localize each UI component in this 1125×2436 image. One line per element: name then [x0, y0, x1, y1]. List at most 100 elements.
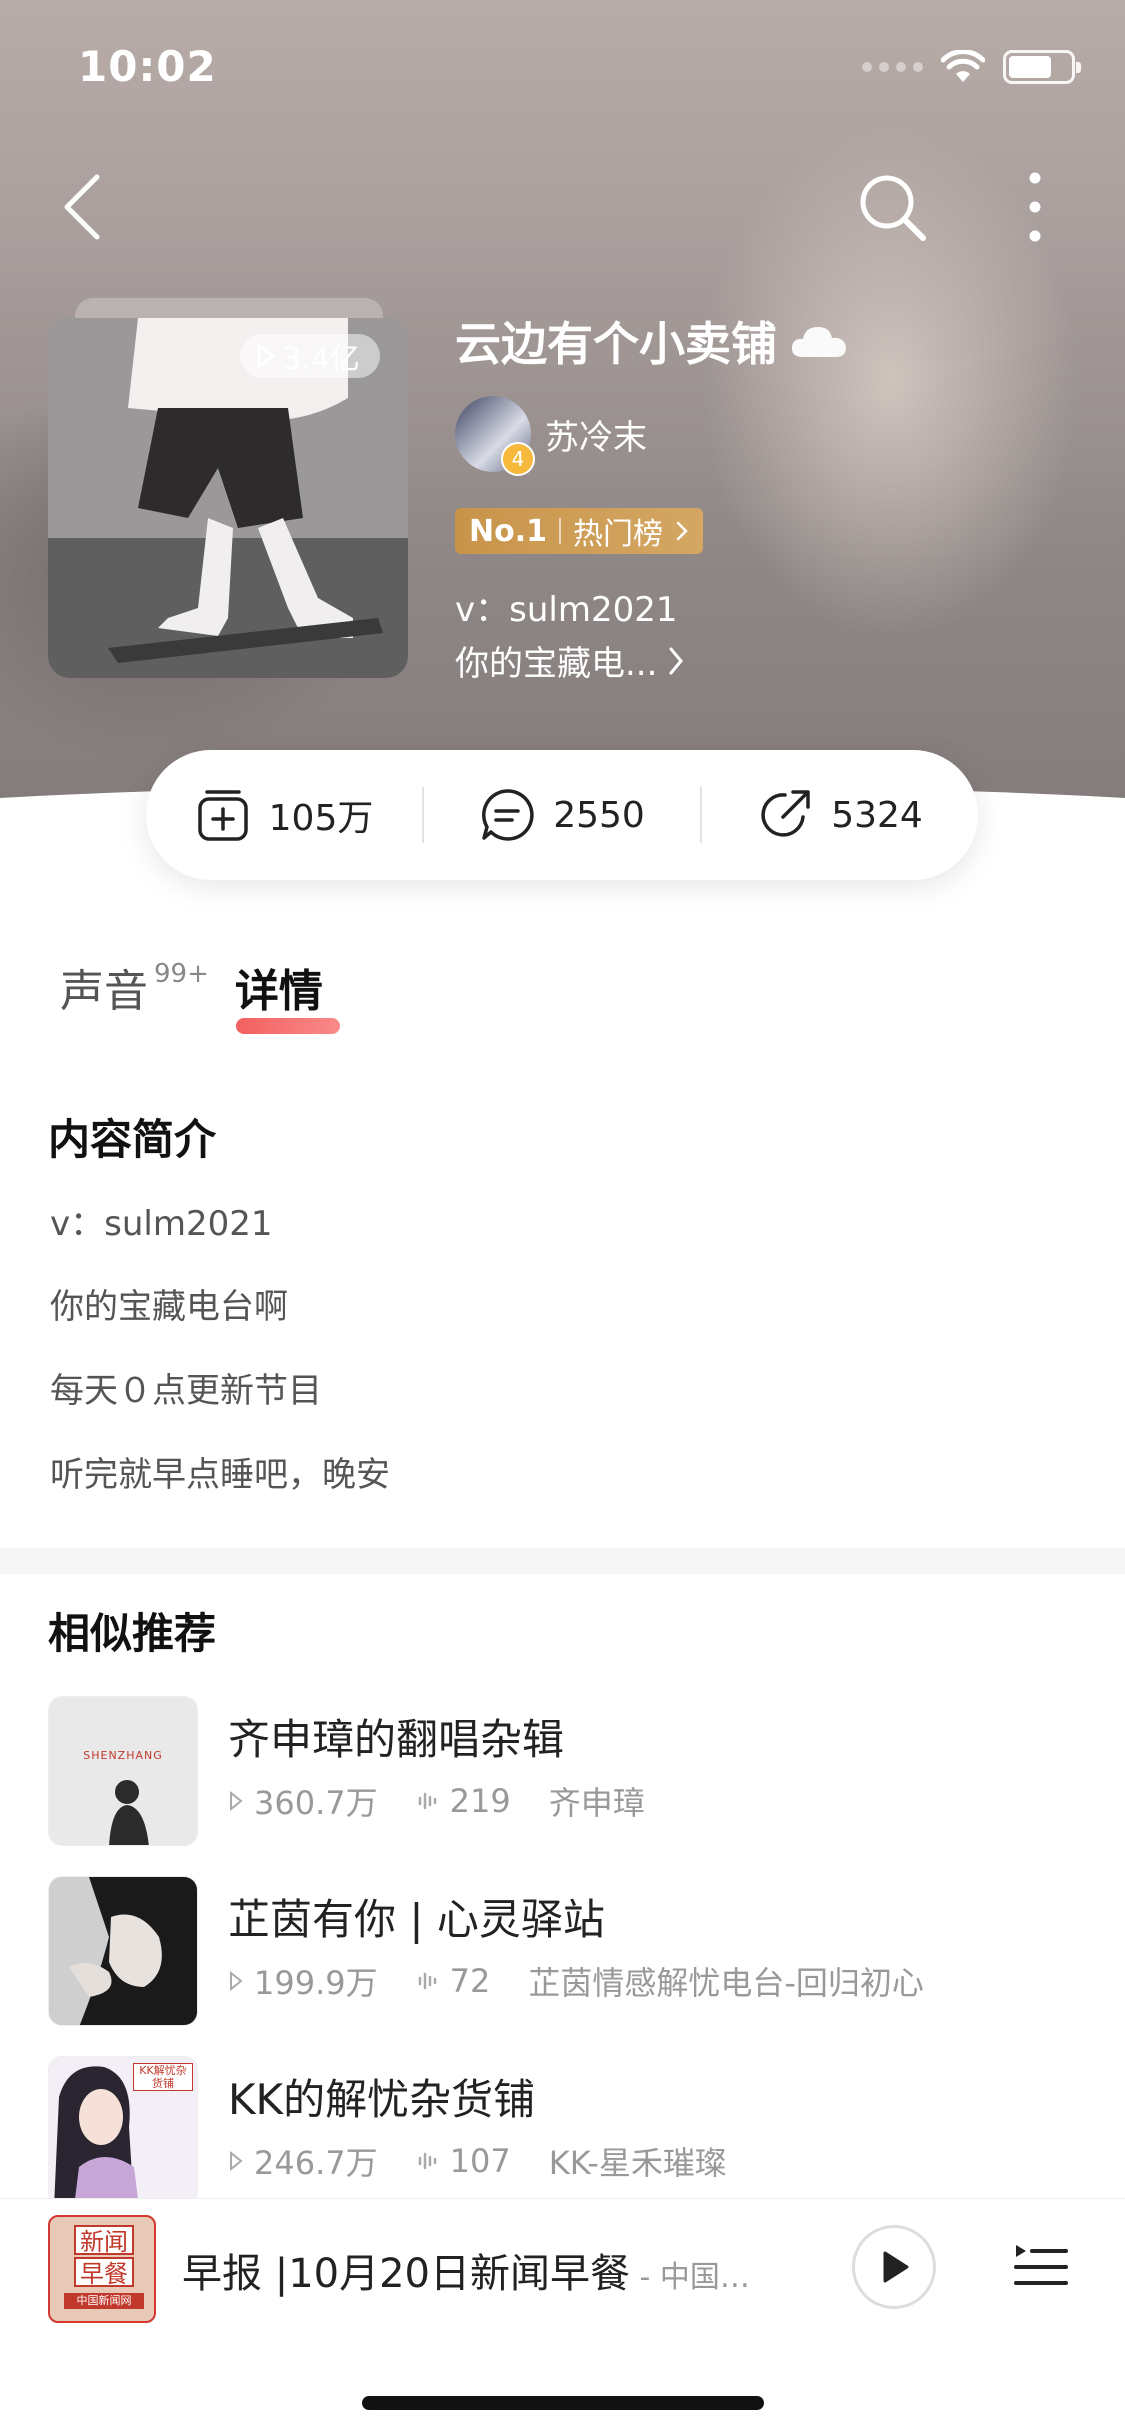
recommend-title: 相似推荐	[48, 1609, 217, 1658]
play-button[interactable]	[852, 2225, 936, 2309]
tab-tracks[interactable]: 声音 99+	[60, 955, 209, 1019]
mini-player-cover[interactable]: 新闻 早餐 中国新闻网	[48, 2215, 156, 2323]
tab-details-label: 详情	[234, 966, 323, 1017]
album-desc-link[interactable]: 你的宝藏电...	[455, 636, 685, 685]
mini-cover-title-top: 新闻	[74, 2225, 134, 2256]
play-count-badge: 3.4亿	[240, 334, 380, 378]
album-title-text: 云边有个小卖铺	[455, 317, 777, 371]
cover-caption: KK解忧杂货铺	[133, 2063, 193, 2091]
more-vertical-icon	[1029, 172, 1041, 242]
subscribe-count: 105万	[268, 798, 374, 839]
wifi-icon	[941, 50, 985, 82]
recommend-author: KK-星禾璀璨	[548, 2144, 727, 2182]
intro-line: 你的宝藏电台啊	[50, 1287, 288, 1327]
play-outline-icon	[230, 1970, 243, 1992]
recommend-cover: KK解忧杂货铺	[48, 2056, 198, 2206]
album-desc-line1: v：sulm2021	[455, 590, 678, 630]
album-desc-line2: 你的宝藏电...	[455, 644, 658, 684]
intro-line: v：sulm2021	[50, 1204, 273, 1244]
recommend-meta: 246.7万 107 KK-星禾璀璨	[228, 2138, 727, 2184]
comment-count: 2550	[553, 794, 645, 836]
play-outline-icon	[230, 2150, 243, 2172]
search-button[interactable]	[855, 165, 930, 245]
rank-number: No.1	[469, 513, 547, 549]
recommend-title-text: 芷茵有你 | 心灵驿站	[228, 1895, 605, 1944]
battery-icon	[1003, 50, 1081, 84]
tab-tracks-count: 99+	[154, 959, 209, 989]
rank-tag[interactable]: No.1 热门榜	[455, 508, 703, 554]
recommend-plays: 199.9万	[254, 1964, 378, 2002]
playlist-button[interactable]	[1010, 2237, 1070, 2297]
recommend-item[interactable]: 芷茵有你 | 心灵驿站 199.9万 72 芷茵情感解忧电台-回归初心	[48, 1876, 1078, 2026]
mini-cover-caption: 中国新闻网	[64, 2293, 144, 2309]
cloud-icon	[791, 327, 846, 357]
search-icon	[860, 175, 926, 241]
recommend-title-text: KK的解忧杂货铺	[228, 2075, 536, 2124]
play-icon	[883, 2251, 909, 2283]
share-button[interactable]: 5324	[702, 787, 978, 843]
cover-photo	[49, 1877, 197, 2025]
mini-player-title-text: 早报 |10月20日新闻早餐	[182, 2251, 630, 2297]
recommend-item[interactable]: SHENZHANG 齐申璋的翻唱杂辑 360.7万 219 齐申璋	[48, 1696, 1078, 1846]
album-title: 云边有个小卖铺	[455, 308, 849, 374]
recommend-meta: 199.9万 72 芷茵情感解忧电台-回归初心	[228, 1958, 924, 2004]
tab-details[interactable]: 详情	[235, 955, 323, 1019]
play-outline-icon	[230, 1790, 243, 1812]
mini-player-title: 早报 |10月20日新闻早餐 - 中国…	[182, 2241, 750, 2299]
chevron-right-icon	[676, 521, 688, 541]
recommend-plays: 246.7万	[254, 2144, 378, 2182]
tab-tracks-label: 声音	[60, 966, 148, 1017]
recommend-tracks: 72	[449, 1962, 491, 2000]
mini-player[interactable]: 新闻 早餐 中国新闻网 早报 |10月20日新闻早餐 - 中国…	[0, 2198, 1125, 2338]
tab-bar: 声音 99+ 详情	[60, 955, 323, 1019]
soundwave-icon	[418, 2152, 436, 2170]
mini-cover-title-bottom: 早餐	[74, 2257, 134, 2288]
subscribe-button[interactable]: 105万	[146, 787, 422, 843]
avatar: 4	[455, 396, 535, 476]
comment-button[interactable]: 2550	[424, 787, 700, 843]
comment-icon	[482, 789, 534, 841]
recommend-author: 芷茵情感解忧电台-回归初心	[528, 1964, 924, 2002]
play-count: 3.4亿	[282, 342, 360, 377]
intro-line: 每天０点更新节目	[50, 1371, 322, 1411]
active-tab-indicator	[236, 1018, 340, 1034]
recommend-meta: 360.7万 219 齐申璋	[228, 1778, 645, 1824]
more-button[interactable]	[1010, 165, 1060, 245]
action-bar: 105万 2550 5324	[146, 750, 978, 880]
mini-player-subtitle: - 中国…	[630, 2260, 750, 2295]
playlist-icon	[1014, 2245, 1068, 2285]
recommend-cover: SHENZHANG	[48, 1696, 198, 1846]
author-name: 苏冷末	[545, 417, 647, 458]
back-button[interactable]	[55, 165, 115, 245]
recommend-tracks: 219	[449, 1782, 511, 1820]
cover-figure	[109, 1780, 149, 1845]
recommend-title-text: 齐申璋的翻唱杂辑	[228, 1715, 565, 1764]
rank-board: 热门榜	[573, 517, 663, 552]
recommend-plays: 360.7万	[254, 1784, 378, 1822]
status-icons	[862, 50, 1081, 84]
recommend-tracks: 107	[449, 2142, 511, 2180]
home-indicator	[362, 2396, 764, 2410]
status-bar: 10:02	[0, 0, 1125, 132]
author-level-badge: 4	[501, 442, 535, 476]
chevron-left-icon	[64, 174, 100, 240]
soundwave-icon	[418, 1972, 436, 1990]
soundwave-icon	[418, 1792, 436, 1810]
intro-line: 听完就早点睡吧，晚安	[50, 1455, 390, 1495]
recommend-author: 齐申璋	[548, 1784, 645, 1822]
play-outline-icon	[257, 344, 275, 368]
share-count: 5324	[831, 794, 923, 836]
author-link[interactable]: 4 苏冷末	[455, 396, 647, 476]
status-time: 10:02	[78, 42, 217, 91]
share-icon	[761, 790, 810, 837]
chevron-right-icon	[669, 647, 684, 674]
rank-divider	[559, 518, 561, 544]
section-divider	[0, 1548, 1125, 1574]
intro-title: 内容简介	[48, 1115, 217, 1164]
recommend-cover	[48, 1876, 198, 2026]
subscribe-plus-icon	[197, 790, 248, 841]
nav-bar	[0, 150, 1125, 250]
cellular-signal-icon	[862, 62, 923, 72]
recommend-item[interactable]: KK解忧杂货铺 KK的解忧杂货铺 246.7万 107 KK-星禾璀璨	[48, 2056, 1078, 2206]
album-cover[interactable]: 3.4亿	[48, 318, 408, 678]
